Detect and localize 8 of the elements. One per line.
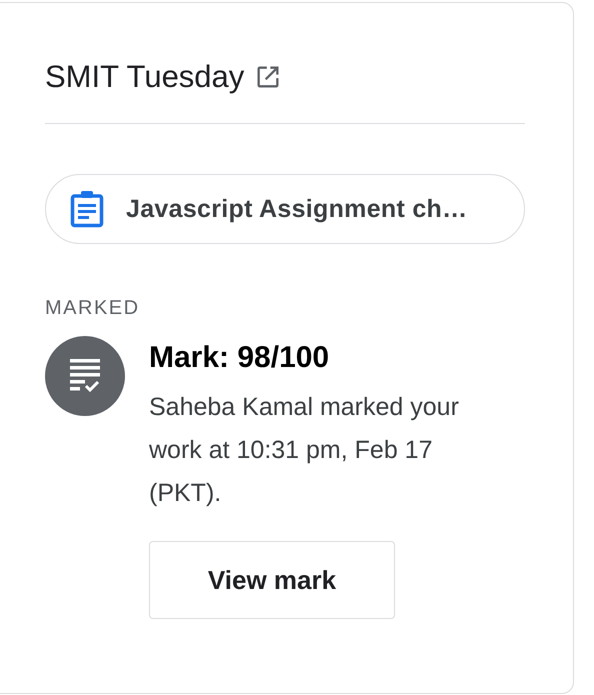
view-mark-button[interactable]: View mark [149,541,395,619]
status-label: MARKED [45,296,141,320]
marked-description: Saheba Kamal marked your work at 10:31 pm, Feb 17 (PKT). [149,392,460,509]
mark-heading: Mark: 98/100 [149,340,330,376]
checklist-icon [68,357,102,395]
clipboard-icon [70,190,104,228]
class-link[interactable]: SMIT Tuesday [45,57,244,97]
attachment-chip[interactable]: Javascript Assignment ch… [45,174,525,244]
